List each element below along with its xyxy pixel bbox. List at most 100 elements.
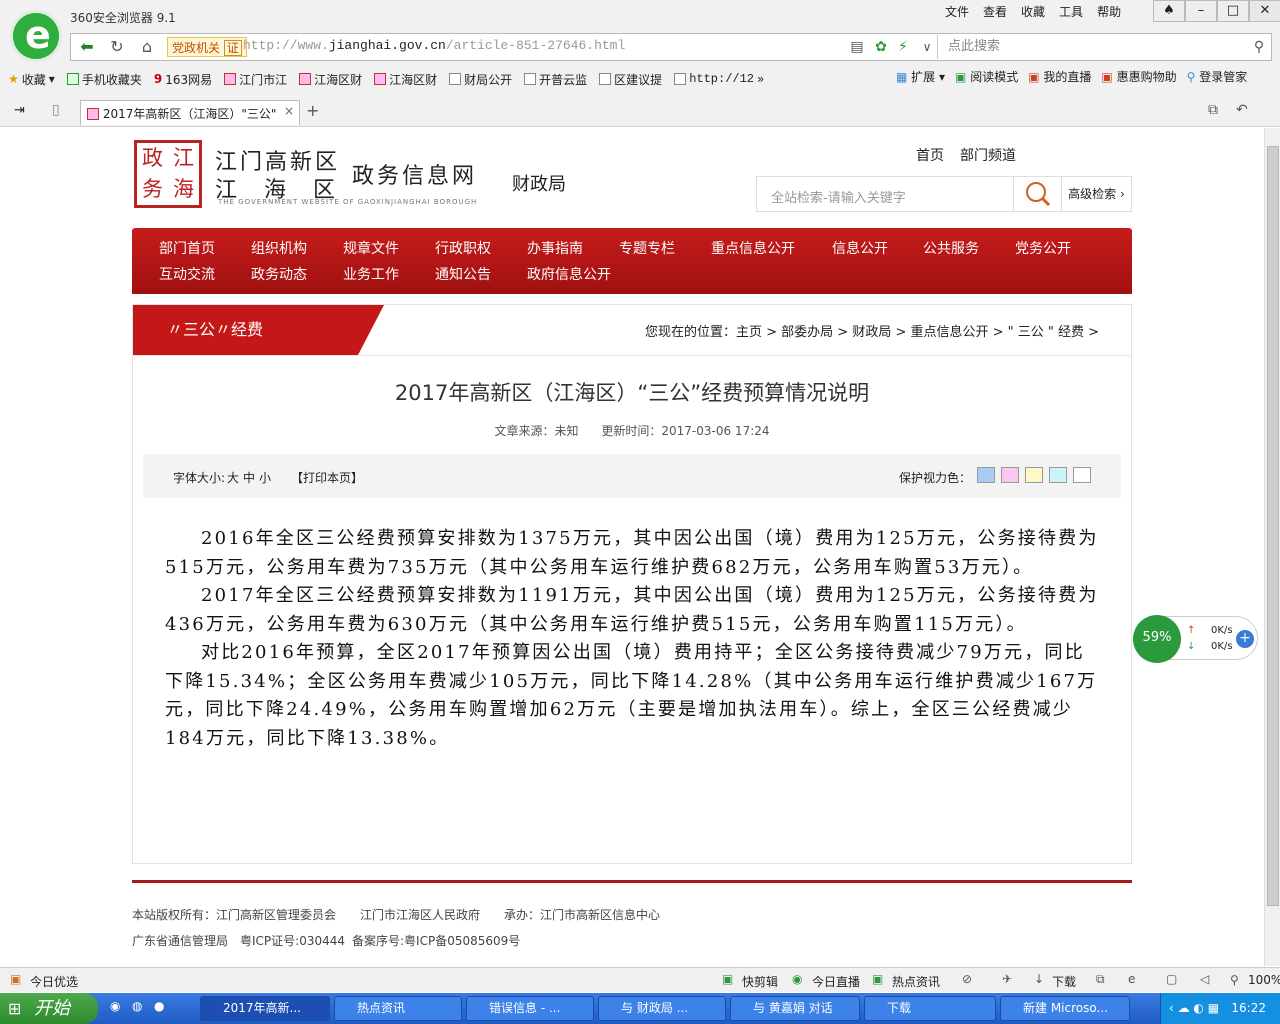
site-logo-seal[interactable]: 政江 务海 <box>134 140 202 208</box>
status-item[interactable]: 今日直播 <box>812 973 860 990</box>
home-link[interactable]: 首页 <box>916 145 944 165</box>
nav-item[interactable]: 业务工作 <box>343 264 399 284</box>
bookmark-favorites[interactable]: ★ 收藏 ▾ <box>8 71 55 88</box>
live-button[interactable]: ▣ 我的直播 <box>1028 68 1091 85</box>
home-icon[interactable]: ⌂ <box>135 36 159 58</box>
search-icon[interactable]: ⚲ <box>1247 36 1271 58</box>
nav-item[interactable]: 重点信息公开 <box>711 238 795 258</box>
nav-item[interactable]: 党务公开 <box>1015 238 1071 258</box>
ie-icon[interactable]: e <box>1128 972 1135 986</box>
nav-item[interactable]: 规章文件 <box>343 238 399 258</box>
phone-sidebar-icon[interactable]: ▯ <box>52 102 60 118</box>
clean-icon[interactable]: ✈ <box>1002 972 1012 986</box>
menu-favorites[interactable]: 收藏 <box>1021 3 1045 20</box>
nav-item[interactable]: 通知公告 <box>435 264 491 284</box>
menu-help[interactable]: 帮助 <box>1097 3 1121 20</box>
bookmark-item[interactable]: 9 163网易 <box>154 71 212 88</box>
font-size-medium[interactable]: 中 <box>243 469 255 486</box>
nav-item[interactable]: 专题专栏 <box>619 238 675 258</box>
screen-icon[interactable]: ▢ <box>1166 972 1177 986</box>
translate-icon[interactable]: ⧉ <box>1096 972 1105 987</box>
dept-channel-link[interactable]: 部门频道 <box>960 145 1016 165</box>
quicklaunch-browser-icon[interactable]: ◉ <box>110 999 120 1013</box>
status-item[interactable]: 热点资讯 <box>892 973 940 990</box>
font-size-large[interactable]: 大 <box>227 469 239 486</box>
scrollbar[interactable] <box>1264 128 1280 966</box>
status-item[interactable]: 快剪辑 <box>742 973 778 990</box>
url-input[interactable]: http://www.jianghai.gov.cn/article-851-2… <box>243 38 625 53</box>
bookmark-item[interactable]: 江门市江 <box>224 71 287 88</box>
nav-item[interactable]: 政务动态 <box>251 264 307 284</box>
nav-item[interactable]: 公共服务 <box>923 238 979 258</box>
nav-item[interactable]: 信息公开 <box>832 238 888 258</box>
task-item[interactable]: 与 财政局 ... <box>598 996 726 1021</box>
menu-view[interactable]: 查看 <box>983 3 1007 20</box>
reader-icon[interactable]: ▤ <box>845 36 869 58</box>
menu-tools[interactable]: 工具 <box>1059 3 1083 20</box>
skin-icon[interactable]: ♠ <box>1153 0 1185 22</box>
dropdown-icon[interactable]: ∨ <box>915 36 939 58</box>
scrollbar-thumb[interactable] <box>1267 146 1279 906</box>
site-search-input[interactable]: 全站检索-请输入关键字 <box>771 187 906 206</box>
browser-search-input[interactable]: 点此搜索 <box>937 35 1271 59</box>
clock[interactable]: 16:22 <box>1231 1001 1266 1015</box>
nav-item[interactable]: 互动交流 <box>159 264 215 284</box>
sidebar-toggle-icon[interactable]: ⇥ <box>14 103 25 118</box>
quicklaunch-ie-icon[interactable]: ◍ <box>132 999 142 1013</box>
daily-picks[interactable]: 今日优选 <box>30 973 78 990</box>
eye-color-swatch[interactable] <box>977 467 995 483</box>
zoom-level[interactable]: 100% <box>1248 973 1280 987</box>
task-item[interactable]: 错误信息 - ... <box>466 996 594 1021</box>
eye-color-swatch[interactable] <box>1049 467 1067 483</box>
tab-active[interactable]: 2017年高新区（江海区）"三公" <box>80 100 300 125</box>
bookmark-item[interactable]: 财局公开 <box>449 71 512 88</box>
nav-item[interactable]: 行政职权 <box>435 238 491 258</box>
secure-icon[interactable]: ✿ <box>869 36 893 58</box>
menu-file[interactable]: 文件 <box>945 3 969 20</box>
bookmark-item[interactable]: 江海区财 <box>299 71 362 88</box>
quicklaunch-qq-icon[interactable]: ● <box>154 999 164 1013</box>
eye-color-swatch[interactable] <box>1073 467 1091 483</box>
eye-color-swatch[interactable] <box>1025 467 1043 483</box>
bookmark-item[interactable]: http://12 » <box>674 72 764 86</box>
font-size-small[interactable]: 小 <box>259 469 271 486</box>
login-manager-button[interactable]: ⚲ 登录管家 <box>1187 68 1248 85</box>
maximize-button[interactable]: □ <box>1217 0 1249 22</box>
tab-close-icon[interactable]: × <box>284 104 294 118</box>
add-icon[interactable]: + <box>1236 630 1254 648</box>
reader-mode-button[interactable]: ▣ 阅读模式 <box>955 68 1018 85</box>
speedup-icon[interactable]: ⊘ <box>962 972 972 986</box>
print-link[interactable]: 【打印本页】 <box>291 469 363 486</box>
task-item[interactable]: 下载 <box>864 996 996 1021</box>
site-search-button[interactable] <box>1013 177 1061 211</box>
advanced-search-button[interactable]: 高级检索 › <box>1061 177 1131 211</box>
status-item[interactable]: 下载 <box>1052 973 1076 990</box>
bookmark-item[interactable]: 开普云监 <box>524 71 587 88</box>
nav-item[interactable]: 部门首页 <box>159 238 215 258</box>
minimize-button[interactable]: – <box>1185 0 1217 22</box>
speed-icon[interactable]: ⚡ <box>891 36 915 58</box>
undo-icon[interactable]: ↶ <box>1236 102 1248 118</box>
nav-item[interactable]: 组织机构 <box>251 238 307 258</box>
nav-item[interactable]: 办事指南 <box>527 238 583 258</box>
bookmark-item[interactable]: 手机收藏夹 <box>66 71 142 88</box>
nav-item[interactable]: 政府信息公开 <box>527 264 611 284</box>
speed-widget[interactable]: 59% ↑ ↓ 0K/s 0K/s + <box>1133 615 1258 663</box>
task-item[interactable]: 2017年高新... <box>200 996 330 1021</box>
gov-tag-badge[interactable]: 党政机关 证 <box>167 37 247 57</box>
back-arrow-icon[interactable]: ⬅ <box>75 36 99 58</box>
task-item[interactable]: 新建 Microso... <box>1000 996 1130 1021</box>
close-button[interactable]: ✕ <box>1249 0 1280 22</box>
restore-tab-icon[interactable]: ⧉ <box>1208 102 1218 118</box>
refresh-icon[interactable]: ↻ <box>105 36 129 58</box>
new-tab-button[interactable]: + <box>306 101 319 120</box>
breadcrumb[interactable]: 您现在的位置：主页 > 部委办局 > 财政局 > 重点信息公开 > " 三公 "… <box>645 321 1099 340</box>
volume-icon[interactable]: ◁ <box>1200 972 1209 986</box>
eye-color-swatch[interactable] <box>1001 467 1019 483</box>
shopping-button[interactable]: ▣ 惠惠购物助 <box>1101 68 1176 85</box>
bookmark-item[interactable]: 区建议提 <box>599 71 662 88</box>
bookmark-item[interactable]: 江海区财 <box>374 71 437 88</box>
tray-icons[interactable]: ‹ ☁ ◐ ▦ <box>1169 993 1219 1024</box>
extensions-button[interactable]: ▦ 扩展 ▾ <box>896 68 945 85</box>
task-item[interactable]: 与 黄嘉娟 对话 <box>730 996 860 1021</box>
